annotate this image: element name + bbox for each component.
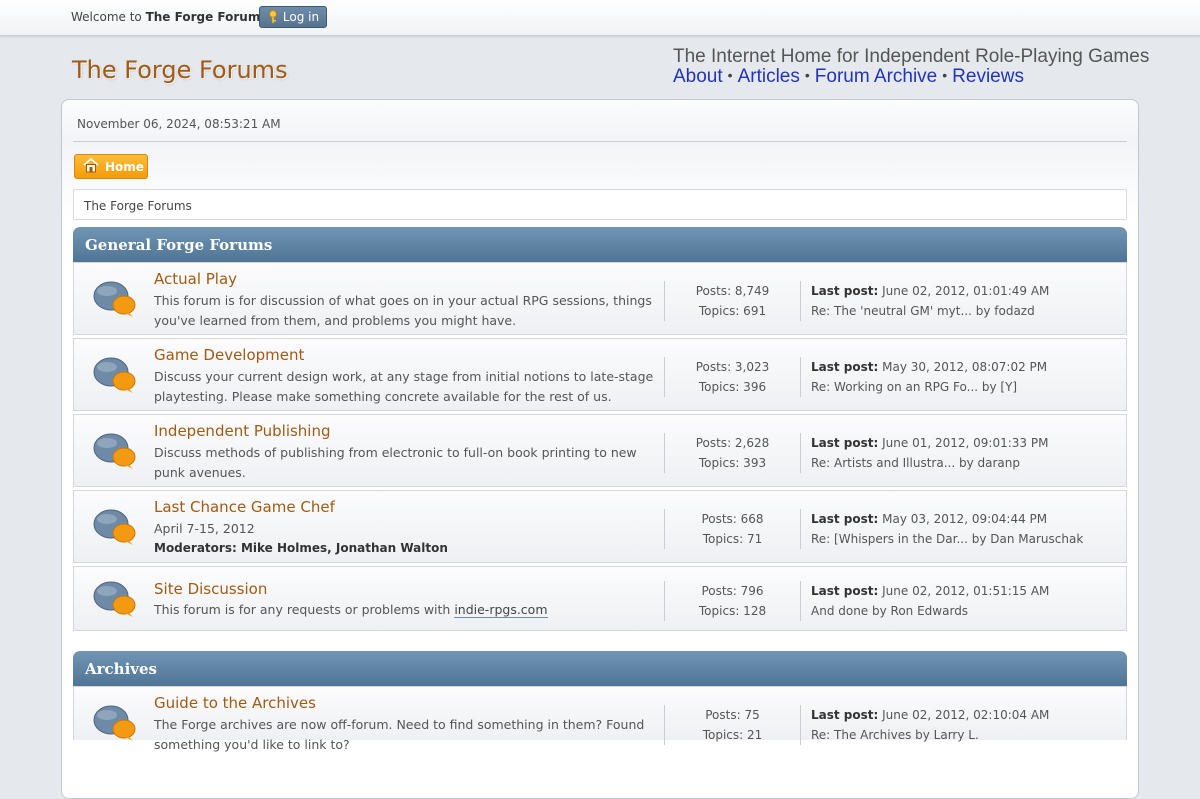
board-posts: Posts: 75 <box>705 708 760 722</box>
site-link[interactable]: indie-rpgs.com <box>454 602 548 618</box>
board-stats: Posts: 668 Topics: 71 <box>664 509 801 549</box>
board-row: Site Discussion This forum is for any re… <box>73 566 1127 631</box>
board-row: Last Chance Game Chef April 7-15, 2012 M… <box>73 490 1127 563</box>
nav-separator: • <box>804 67 810 83</box>
board-last-post: Last post: June 02, 2012, 01:51:15 AM And… <box>811 581 1049 621</box>
breadcrumb-item[interactable]: The Forge Forums <box>84 199 192 213</box>
nav-reviews-link[interactable]: Reviews <box>952 66 1024 87</box>
last-post-label: Last post: <box>811 436 879 450</box>
board-description: April 7-15, 2012 <box>154 521 255 536</box>
last-post-topic[interactable]: Re: The 'neutral GM' myt... by fodazd <box>811 301 1049 321</box>
last-post-topic[interactable]: And done by Ron Edwards <box>811 601 1049 621</box>
board-name[interactable]: Actual Play <box>154 270 237 288</box>
board-last-post: Last post: June 02, 2012, 02:10:04 AM Re:… <box>811 705 1049 745</box>
last-post-date: June 02, 2012, 02:10:04 AM <box>878 708 1050 722</box>
last-post-date: May 30, 2012, 08:07:02 PM <box>878 360 1048 374</box>
last-post-label: Last post: <box>811 708 879 722</box>
welcome-text: Welcome to The Forge Forums. <box>71 10 271 24</box>
board-posts: Posts: 8,749 <box>695 284 770 298</box>
key-icon <box>267 10 279 24</box>
board-description: This forum is for any requests or proble… <box>154 600 654 620</box>
board-topics: Topics: 396 <box>698 380 767 394</box>
board-name[interactable]: Game Development <box>154 346 304 364</box>
current-date: November 06, 2024, 08:53:21 AM <box>77 117 281 131</box>
board-stats: Posts: 8,749 Topics: 691 <box>664 281 801 321</box>
nav-articles-link[interactable]: Articles <box>738 66 800 87</box>
last-post-topic[interactable]: Re: The Archives by Larry L. <box>811 725 1049 745</box>
welcome-site-name: The Forge Forums <box>145 10 268 24</box>
board-topics: Topics: 393 <box>698 456 767 470</box>
board-description-text: This forum is for any requests or proble… <box>154 602 455 617</box>
board-bubble-icon <box>92 355 138 395</box>
header-nav: About • Articles • Forum Archive • Reviews <box>673 66 1024 88</box>
board-moderators[interactable]: Moderators: Mike Holmes, Jonathan Walton <box>154 541 448 555</box>
category-header-archives[interactable]: Archives <box>73 651 1127 686</box>
nav-separator: • <box>942 67 948 83</box>
board-name[interactable]: Last Chance Game Chef <box>154 498 335 516</box>
board-stats: Posts: 75 Topics: 21 <box>664 705 801 745</box>
welcome-prefix: Welcome to <box>71 10 146 24</box>
board-topics: Topics: 71 <box>702 532 763 546</box>
board-topics: Topics: 128 <box>698 604 767 618</box>
board-description: Discuss your current design work, at any… <box>154 369 662 404</box>
last-post-date: June 01, 2012, 09:01:33 PM <box>878 436 1049 450</box>
board-posts: Posts: 3,023 <box>695 360 770 374</box>
board-description: Discuss methods of publishing from elect… <box>154 445 637 480</box>
board-row: Game Development Discuss your current de… <box>73 338 1127 411</box>
breadcrumb: The Forge Forums <box>73 189 1127 220</box>
top-bar: Welcome to The Forge Forums. Log in <box>0 0 1200 36</box>
board-last-post: Last post: May 03, 2012, 09:04:44 PM Re: … <box>811 509 1083 549</box>
divider <box>73 141 1127 142</box>
board-bubble-icon <box>92 279 138 319</box>
category-header-general[interactable]: General Forge Forums <box>73 227 1127 262</box>
home-label: Home <box>105 159 144 174</box>
home-button[interactable]: Home <box>74 154 148 179</box>
board-name[interactable]: Guide to the Archives <box>154 694 316 712</box>
board-row: Actual Play This forum is for discussion… <box>73 262 1127 335</box>
site-title[interactable]: The Forge Forums <box>72 56 288 84</box>
last-post-label: Last post: <box>811 584 879 598</box>
board-row: Independent Publishing Discuss methods o… <box>73 414 1127 487</box>
board-posts: Posts: 2,628 <box>695 436 770 450</box>
nav-forum-archive-link[interactable]: Forum Archive <box>815 66 937 87</box>
board-topics: Topics: 691 <box>698 304 767 318</box>
board-last-post: Last post: June 01, 2012, 09:01:33 PM Re:… <box>811 433 1048 473</box>
board-bubble-icon <box>92 703 138 743</box>
login-button[interactable]: Log in <box>259 6 327 28</box>
board-bubble-icon <box>92 579 138 619</box>
last-post-topic[interactable]: Re: Artists and Illustra... by daranp <box>811 453 1048 473</box>
board-name[interactable]: Site Discussion <box>154 580 267 598</box>
board-stats: Posts: 2,628 Topics: 393 <box>664 433 801 473</box>
board-stats: Posts: 796 Topics: 128 <box>664 581 801 621</box>
last-post-date: June 02, 2012, 01:51:15 AM <box>878 584 1050 598</box>
login-label: Log in <box>282 10 320 24</box>
last-post-date: June 02, 2012, 01:01:49 AM <box>878 284 1050 298</box>
board-name[interactable]: Independent Publishing <box>154 422 331 440</box>
board-topics: Topics: 21 <box>702 728 763 742</box>
board-last-post: Last post: May 30, 2012, 08:07:02 PM Re: … <box>811 357 1047 397</box>
nav-about-link[interactable]: About <box>673 66 723 87</box>
nav-separator: • <box>727 67 733 83</box>
board-posts: Posts: 668 <box>701 512 764 526</box>
board-bubble-icon <box>92 507 138 547</box>
board-stats: Posts: 3,023 Topics: 396 <box>664 357 801 397</box>
site-tagline: The Internet Home for Independent Role-P… <box>673 46 1150 67</box>
last-post-topic[interactable]: Re: Working on an RPG Fo... by [Y] <box>811 377 1047 397</box>
last-post-date: May 03, 2012, 09:04:44 PM <box>878 512 1048 526</box>
last-post-label: Last post: <box>811 360 879 374</box>
home-icon <box>83 157 99 176</box>
board-bubble-icon <box>92 431 138 471</box>
board-posts: Posts: 796 <box>701 584 764 598</box>
board-description: This forum is for discussion of what goe… <box>154 293 652 328</box>
board-row: Guide to the Archives The Forge archives… <box>73 686 1127 752</box>
last-post-label: Last post: <box>811 512 879 526</box>
board-description: The Forge archives are now off-forum. Ne… <box>154 717 645 752</box>
last-post-label: Last post: <box>811 284 879 298</box>
last-post-topic[interactable]: Re: [Whispers in the Dar... by Dan Marus… <box>811 529 1083 549</box>
board-last-post: Last post: June 02, 2012, 01:01:49 AM Re:… <box>811 281 1049 321</box>
